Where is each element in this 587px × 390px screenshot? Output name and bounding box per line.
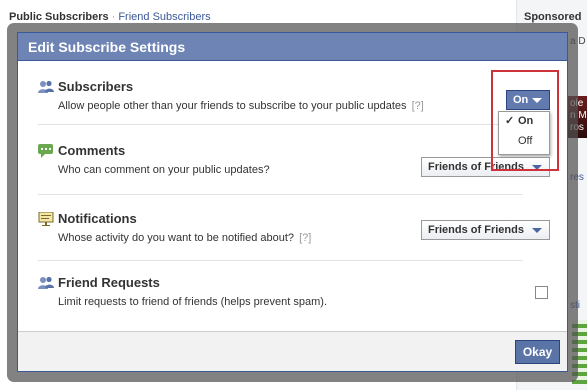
sponsored-heading: Sponsored bbox=[524, 11, 582, 23]
crumb-friend-subscribers[interactable]: Friend Subscribers bbox=[118, 11, 210, 23]
dialog-body: Subscribers Allow people other than your… bbox=[18, 61, 567, 333]
setting-description-text: Who can comment on your public updates? bbox=[58, 164, 270, 176]
setting-description-text: Limit requests to friend of friends (hel… bbox=[58, 296, 328, 308]
highlight-annotation-box bbox=[491, 70, 559, 171]
setting-description: Limit requests to friend of friends (hel… bbox=[58, 296, 327, 308]
notifications-icon bbox=[38, 212, 54, 226]
setting-row-subscribers: Subscribers Allow people other than your… bbox=[38, 79, 523, 125]
select-value: Friends of Friends bbox=[428, 224, 524, 236]
setting-title: Notifications bbox=[58, 211, 137, 226]
setting-title: Comments bbox=[58, 143, 126, 158]
crumb-public-subscribers[interactable]: Public Subscribers bbox=[9, 11, 109, 23]
friend-requests-checkbox[interactable] bbox=[535, 286, 548, 299]
help-link[interactable]: [?] bbox=[412, 100, 424, 112]
setting-description: Allow people other than your friends to … bbox=[58, 100, 424, 112]
help-link[interactable]: [?] bbox=[299, 232, 311, 244]
dialog-footer: Okay bbox=[18, 331, 567, 371]
setting-description: Who can comment on your public updates? bbox=[58, 164, 270, 176]
dialog-header: Edit Subscribe Settings bbox=[18, 33, 567, 61]
comment-icon bbox=[38, 144, 53, 158]
edit-subscribe-settings-dialog: Edit Subscribe Settings Subscribers Allo… bbox=[17, 32, 568, 372]
okay-button[interactable]: Okay bbox=[515, 340, 560, 364]
crumb-separator: · bbox=[111, 11, 116, 23]
setting-row-friend-requests: Friend Requests Limit requests to friend… bbox=[38, 275, 523, 321]
setting-description: Whose activity do you want to be notifie… bbox=[58, 232, 311, 244]
setting-description-text: Whose activity do you want to be notifie… bbox=[58, 232, 295, 244]
friend-requests-icon bbox=[38, 276, 54, 289]
subscribers-icon bbox=[38, 80, 54, 93]
setting-title: Subscribers bbox=[58, 79, 134, 94]
chevron-down-icon bbox=[532, 228, 542, 233]
breadcrumb: Public Subscribers · Friend Subscribers bbox=[9, 11, 211, 23]
setting-description-text: Allow people other than your friends to … bbox=[58, 100, 407, 112]
dialog-title: Edit Subscribe Settings bbox=[28, 39, 186, 55]
setting-title: Friend Requests bbox=[58, 275, 160, 290]
notifications-select[interactable]: Friends of Friends bbox=[421, 220, 550, 240]
